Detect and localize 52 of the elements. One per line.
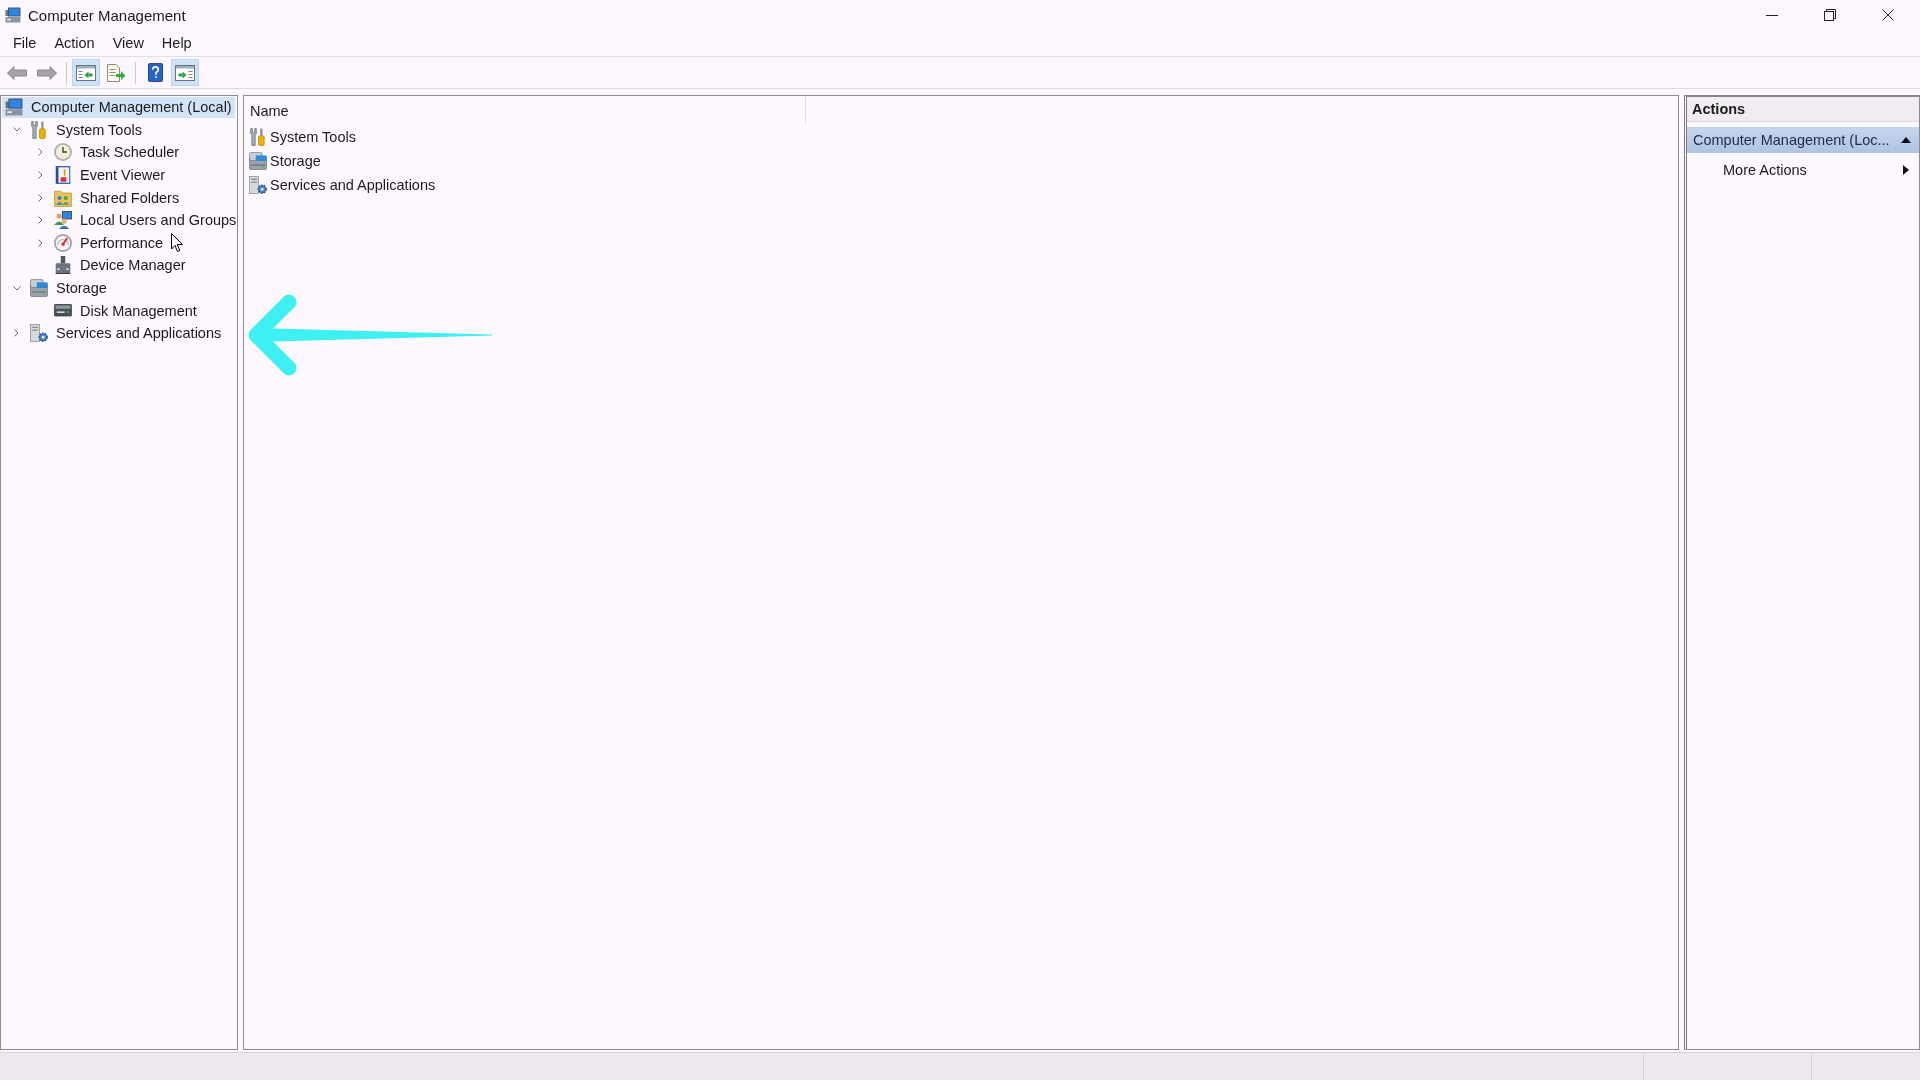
chevron-right-icon[interactable] xyxy=(38,216,43,225)
tree-item[interactable]: Services and Applications xyxy=(27,322,225,344)
section-header[interactable]: Computer Management (Loc... xyxy=(1687,127,1919,153)
computer-icon xyxy=(5,7,21,23)
log-book-icon xyxy=(54,166,72,185)
tree-item[interactable]: Task Scheduler xyxy=(51,142,183,163)
tree-item[interactable]: Storage xyxy=(27,277,110,299)
list-item[interactable]: System Tools xyxy=(249,125,359,148)
computer-icon xyxy=(5,98,23,117)
list-item[interactable]: Storage xyxy=(249,149,324,172)
chevron-right-icon[interactable] xyxy=(38,148,43,157)
server-gear-icon xyxy=(30,324,48,343)
list-item[interactable]: Services and Applications xyxy=(249,173,439,196)
tree-item[interactable]: Device Manager xyxy=(51,254,189,276)
menu-item[interactable]: View xyxy=(103,31,153,55)
device-icon xyxy=(54,256,72,275)
chevron-down-icon[interactable] xyxy=(12,127,21,133)
tree-item[interactable]: Shared Folders xyxy=(51,187,183,209)
window-title: Computer Management xyxy=(28,6,186,24)
chevron-right-icon[interactable] xyxy=(38,238,43,247)
tree-item[interactable]: Performance xyxy=(51,232,166,254)
clock-icon xyxy=(54,143,72,162)
disk-drive-icon xyxy=(54,304,72,317)
chevron-right-icon[interactable] xyxy=(38,193,43,202)
close-icon xyxy=(1882,9,1894,21)
chevron-down-icon[interactable] xyxy=(12,285,21,291)
tools-icon xyxy=(30,120,48,139)
menu-item[interactable]: Help xyxy=(152,31,201,55)
storage-drive-icon xyxy=(249,151,267,170)
pane-title: Actions xyxy=(1687,97,1919,122)
menu-item[interactable]: File xyxy=(4,31,46,55)
mouse-pointer-icon xyxy=(171,233,183,252)
restore-icon xyxy=(1824,9,1836,21)
users-icon xyxy=(54,211,72,230)
chevron-right-icon[interactable] xyxy=(14,329,19,338)
minimize-icon xyxy=(1766,14,1778,16)
tree-item[interactable]: Computer Management (Local) xyxy=(2,96,235,118)
tree-item[interactable]: Disk Management xyxy=(51,300,200,322)
menu-item[interactable]: Action xyxy=(45,31,104,55)
tree-item[interactable]: Event Viewer xyxy=(51,164,169,186)
tree-item[interactable]: System Tools xyxy=(27,119,145,141)
show-actions-button[interactable] xyxy=(171,59,199,86)
show-tree-button[interactable] xyxy=(72,59,100,86)
storage-drive-icon xyxy=(30,279,48,298)
action-item[interactable]: More Actions xyxy=(1687,153,1919,187)
column-header[interactable]: Name xyxy=(244,96,806,125)
tree-item[interactable]: Local Users and Groups xyxy=(51,209,237,231)
tools-icon xyxy=(249,127,267,146)
server-gear-icon xyxy=(249,175,267,194)
chevron-right-icon[interactable] xyxy=(38,171,43,180)
gauge-icon xyxy=(54,233,72,252)
shared-folder-icon xyxy=(54,188,72,207)
